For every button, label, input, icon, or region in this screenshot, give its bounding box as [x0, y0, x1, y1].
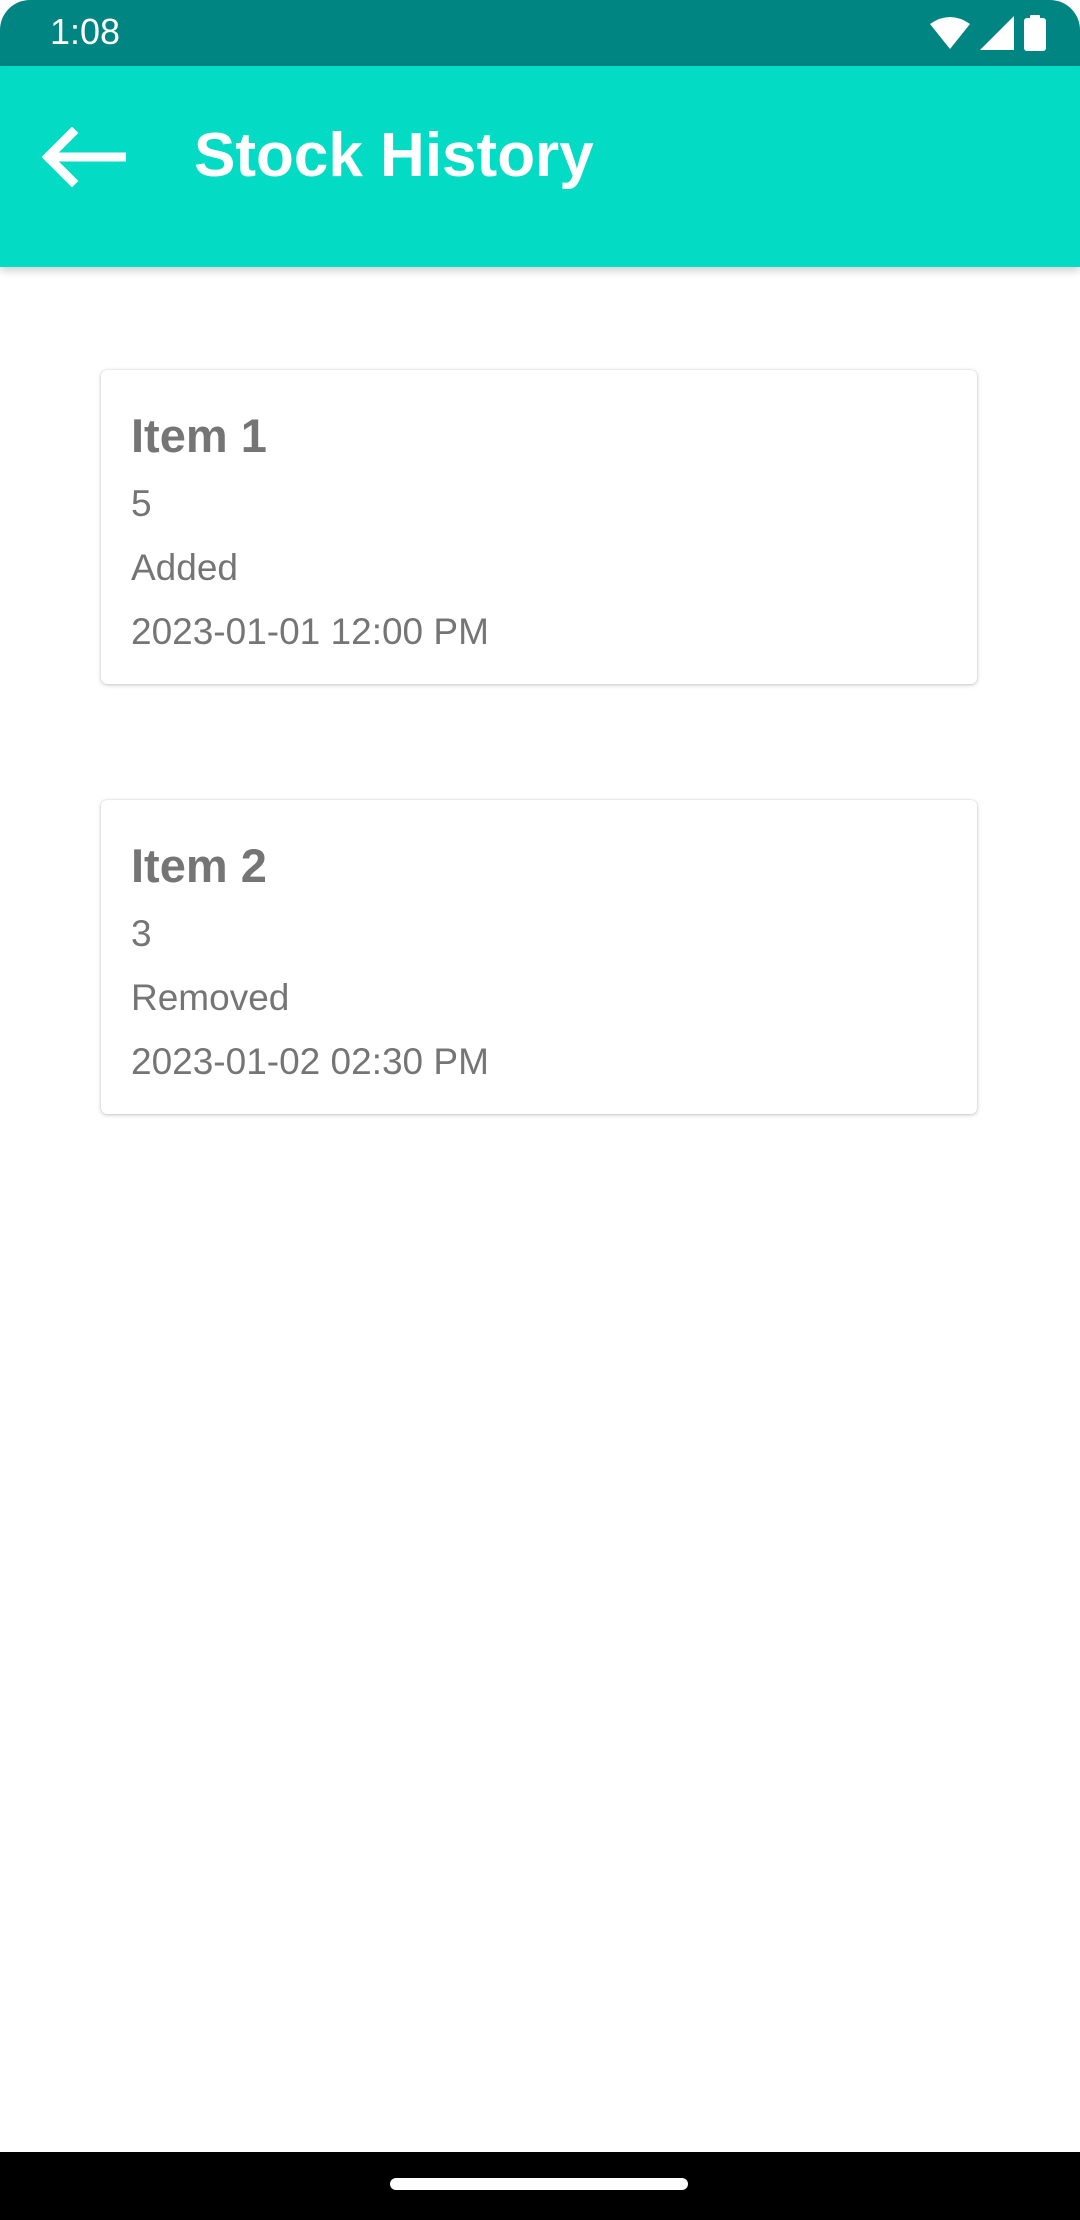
app-bar: Stock History [0, 66, 1080, 267]
page-title: Stock History [194, 121, 594, 190]
item-quantity: 3 [131, 913, 152, 954]
history-card[interactable]: Item 2 3 Removed 2023-01-02 02:30 PM [101, 800, 977, 1114]
arrow-back-icon [41, 126, 129, 192]
item-timestamp: 2023-01-02 02:30 PM [131, 1041, 489, 1082]
status-bar: 1:08 [0, 0, 1080, 66]
home-indicator[interactable] [390, 2178, 688, 2190]
status-time: 1:08 [50, 11, 121, 52]
item-name: Item 2 [131, 839, 267, 892]
item-quantity: 5 [131, 483, 152, 524]
status-icons [930, 14, 1046, 52]
screen: 1:08 Stock History Item 1 5 Added 2023-0… [0, 0, 1080, 2220]
item-action: Removed [131, 977, 290, 1018]
cellular-signal-icon [980, 16, 1014, 50]
wifi-icon [930, 16, 970, 50]
battery-icon [1024, 15, 1046, 51]
navigation-bar [0, 2152, 1080, 2220]
item-action: Added [131, 547, 238, 588]
history-card[interactable]: Item 1 5 Added 2023-01-01 12:00 PM [101, 370, 977, 684]
item-name: Item 1 [131, 409, 267, 462]
item-timestamp: 2023-01-01 12:00 PM [131, 611, 489, 652]
back-button[interactable] [34, 109, 134, 209]
